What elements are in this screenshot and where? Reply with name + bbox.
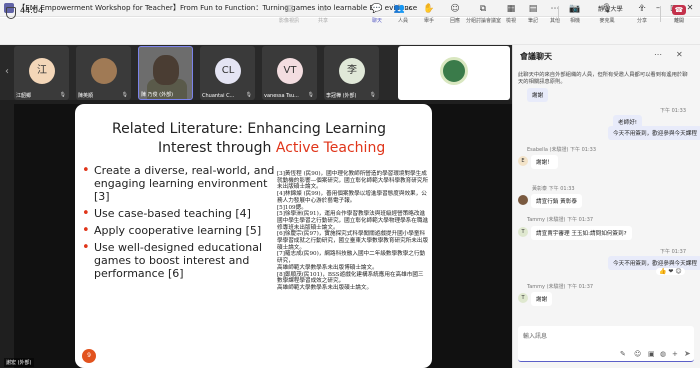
share-tray-button[interactable]: ▭ 共享: [306, 1, 340, 27]
bullet-item: Use well-designed educational games to b…: [80, 241, 280, 280]
speaker-photo: [153, 55, 179, 85]
participant-tile[interactable]: 李 李冠樺 (外部) 🎙: [324, 46, 379, 100]
presenter-name: 謝宏 (外部): [4, 358, 34, 367]
participant-tile-active-speaker[interactable]: 陳 乃俊 (外部): [138, 46, 193, 100]
message-time: 下午 01:33: [660, 108, 686, 114]
participant-tile[interactable]: 江 江韶鄉 🎙: [14, 46, 69, 100]
shield-icon: [6, 7, 16, 19]
slide-title-text: Interest through: [158, 140, 276, 156]
avatar: T: [518, 227, 528, 237]
camera-button[interactable]: 📷 相機: [558, 1, 592, 27]
avatar: VT: [277, 58, 303, 84]
mic-off-icon: 🎙: [369, 92, 376, 98]
participant-name: 陳 乃俊 (外部): [141, 92, 174, 98]
add-icon[interactable]: +: [672, 350, 678, 358]
participant-name: vanessa Tsu...: [264, 93, 299, 99]
participant-tile[interactable]: VT vanessa Tsu... 🎙: [262, 46, 317, 100]
avatar: [518, 195, 528, 205]
meeting-timer: 44:04: [20, 6, 44, 15]
university-logo: [440, 57, 468, 85]
bullet-item: Create a diverse, real-world, and engagi…: [80, 164, 280, 203]
slide-bullets: Create a diverse, real-world, and engagi…: [80, 164, 280, 284]
chat-message-self[interactable]: 今天不用簽到，歡迎參與今天課程: [608, 256, 700, 270]
participant-name: 江韶鄉: [16, 93, 32, 99]
close-icon[interactable]: ✕: [676, 50, 683, 59]
mic-off-icon: 🎙: [59, 92, 66, 98]
share-icon: ⇪: [638, 4, 646, 14]
slide-title: Related Literature: Enhancing Learning: [112, 121, 386, 137]
participant-tile[interactable]: CL Chuantai C... 🎙: [200, 46, 255, 100]
mic-off-icon: 🎙: [245, 92, 252, 98]
bullet-item: Apply cooperative learning [5]: [80, 224, 280, 237]
emoji-icon[interactable]: ☺: [634, 350, 641, 358]
chat-message[interactable]: 謝謝: [531, 292, 553, 306]
message-input[interactable]: 輸入訊息: [523, 331, 547, 340]
avatar: 李: [339, 58, 365, 84]
camera-off-icon: 📷: [569, 4, 581, 14]
avatar: 江: [29, 58, 55, 84]
chat-title: 會議聊天: [520, 52, 552, 61]
phone-icon: ☎: [672, 5, 686, 15]
slide-title-line2: Interest through Active Teaching: [158, 140, 385, 156]
avatar: CL: [215, 58, 241, 84]
slide-references: [3]黃恆程 (民90)，國中理化教師所營造的學習環境對學生成就動機的影響—個案…: [277, 171, 429, 291]
mic-off-icon: 🎙: [307, 92, 314, 98]
slide-page-number: 9: [82, 349, 96, 363]
tray-icon: ▭: [318, 4, 328, 14]
message-reactions[interactable]: 👍 ❤ 😊: [656, 268, 685, 275]
avatar: E: [518, 156, 528, 166]
participant-name: 李冠樺 (外部): [326, 93, 357, 99]
chat-message-self[interactable]: 謝謝: [527, 88, 549, 102]
chat-notice: 此聊天中的來自外部組織的人員，但所有受邀人員都可以看到有遙用於聊天的相關訊息原則…: [518, 72, 688, 85]
mic-button[interactable]: 🎙 麥克風: [590, 1, 624, 27]
chat-message[interactable]: 請宣賣宇審理 王玉如:請問如何簽到?: [531, 226, 632, 240]
more-options-icon[interactable]: ⋯: [654, 50, 662, 59]
message-sender: Esabella (未驗證) 下午 01:33: [527, 147, 597, 153]
message-sender: 黃彰泰 下午 01:33: [532, 186, 575, 192]
participant-name: Chuantai C...: [202, 93, 235, 99]
video-view-icon: ▤: [284, 4, 294, 14]
leave-button[interactable]: ☎ 離開: [662, 3, 696, 27]
video-view-button[interactable]: ▤ 影像視訊: [272, 1, 306, 27]
participant-name: 陳英順: [78, 93, 94, 99]
share-button[interactable]: ⇪ 分享: [625, 1, 659, 27]
format-icon[interactable]: ✎: [620, 350, 626, 358]
sticker-icon[interactable]: ◍: [660, 350, 666, 358]
toolbar-divider: [660, 6, 661, 22]
message-sender: Tammy (未驗證) 下午 01:37: [527, 284, 594, 290]
send-icon[interactable]: ➤: [684, 349, 691, 358]
mic-off-icon: 🎙: [601, 4, 613, 14]
participant-tile[interactable]: 陳英順 🎙: [76, 46, 131, 100]
scroll-left-icon[interactable]: ‹: [2, 60, 12, 84]
chat-message-self[interactable]: 今天不用簽到，歡迎參與今天課程: [608, 126, 700, 140]
window-title: 【EMI Empowerment Workshop for Teacher】Fr…: [18, 3, 418, 12]
message-time: 下午 01:37: [660, 249, 686, 255]
slide-title-accent: Active Teaching: [275, 140, 386, 156]
gif-icon[interactable]: ▣: [648, 350, 655, 358]
mic-off-icon: 🎙: [121, 92, 128, 98]
bullet-item: Use case-based teaching [4]: [80, 207, 280, 220]
avatar: [91, 58, 117, 84]
message-sender: Tammy (未驗證) 下午 01:37: [527, 217, 594, 223]
avatar: T: [518, 293, 528, 303]
chat-message[interactable]: 請宣行銷 黃彰泰: [531, 194, 582, 208]
chat-message[interactable]: 謝謝！: [531, 155, 558, 169]
